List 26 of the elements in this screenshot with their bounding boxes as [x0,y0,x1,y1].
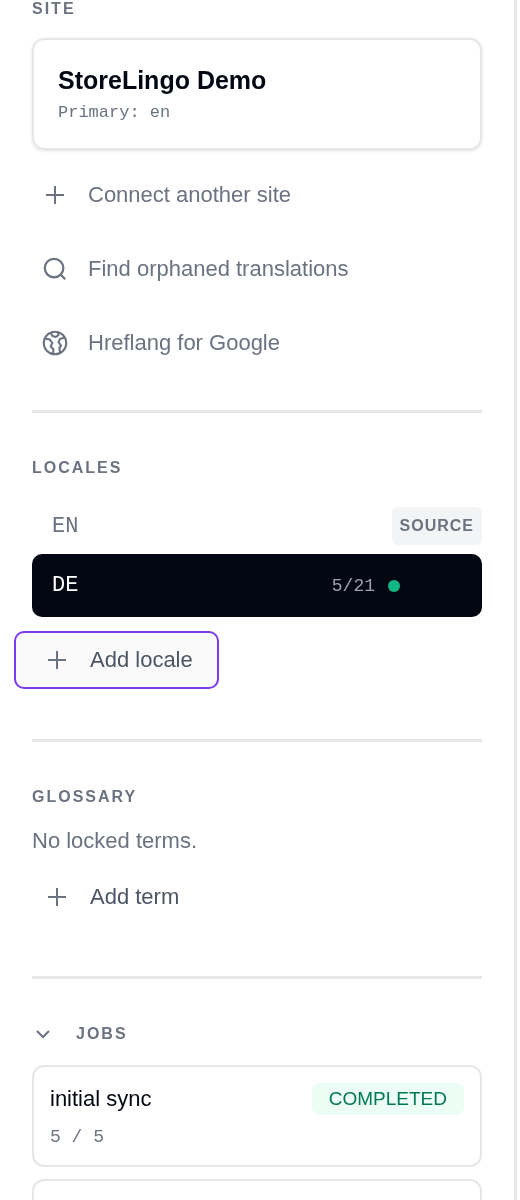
action-link[interactable]: Connect another site [88,182,292,208]
site-name: StoreLingo Demo [58,66,268,95]
search-icon [42,255,68,283]
locale-row[interactable]: DE 5/21 [32,554,482,617]
empty-message: No locked terms. [32,828,199,854]
add-term-button[interactable]: Add term [14,868,206,926]
section-heading: LOCALES [32,459,124,477]
status-badge: COMPLETED [311,1083,464,1115]
locale-row[interactable]: EN SOURCE [32,503,482,549]
source-badge: SOURCE [391,507,482,545]
add-locale-button[interactable]: Add locale [14,631,219,689]
job-count: 5 / 5 [50,1127,105,1147]
globe-icon [42,328,68,358]
section-heading: GLOSSARY [32,788,139,806]
progress-count: 5/21 [331,575,375,596]
action-link[interactable]: Hreflang for Google [88,330,280,356]
site-card[interactable]: StoreLingo Demo Primary: en [32,38,482,150]
section-heading[interactable]: JOBS [76,1025,128,1043]
action-link[interactable]: Find orphaned translations [88,256,349,282]
locale-code: DE [52,573,79,598]
primary-language: Primary: en [58,103,172,122]
chevron-icon[interactable] [36,1029,50,1039]
job-card[interactable]: initial sync COMPLETED 5 / 5 [32,1065,482,1167]
job-name: initial sync [50,1086,152,1112]
section-heading: SITE [32,0,77,18]
locale-code: EN [52,513,79,539]
